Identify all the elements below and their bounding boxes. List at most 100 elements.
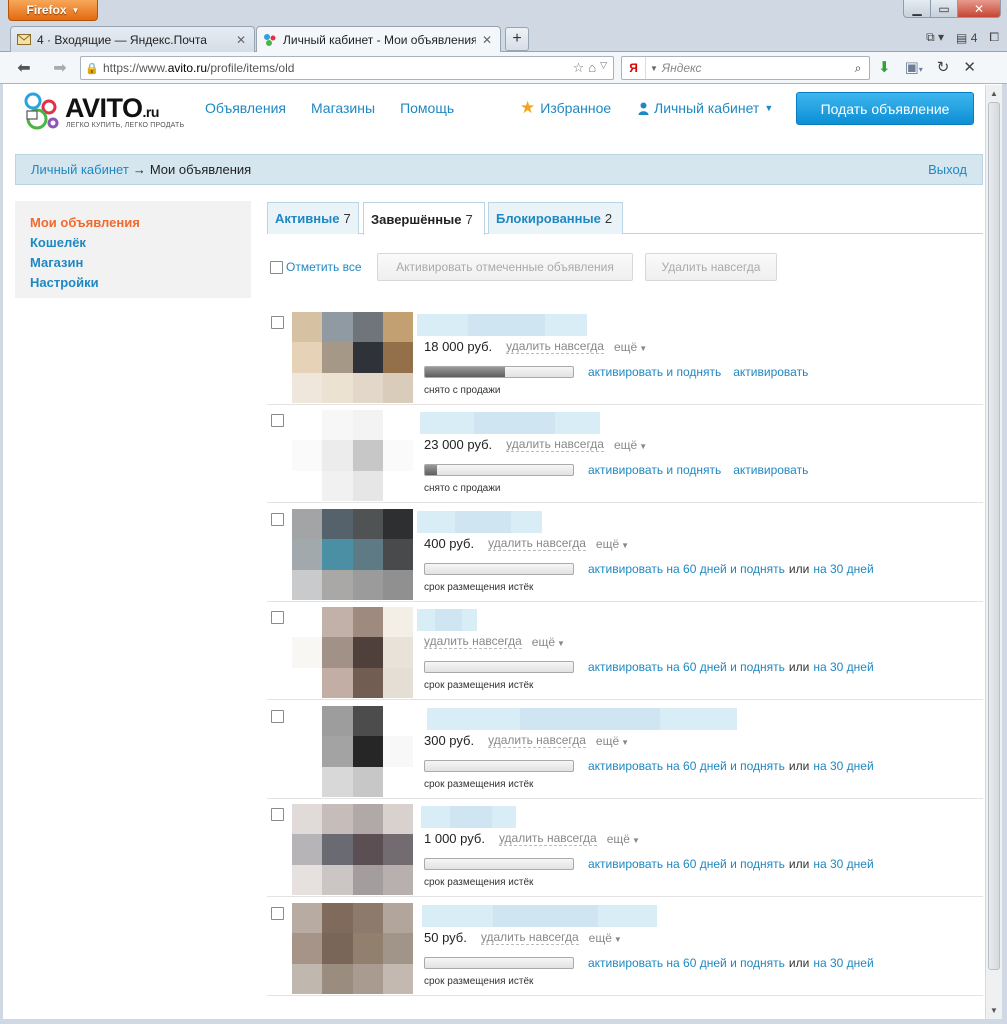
sidebar-item-shop[interactable]: Магазин [30, 253, 236, 273]
activate-link[interactable]: активировать [733, 463, 808, 477]
listing-checkbox[interactable] [271, 611, 284, 624]
chevron-down-icon[interactable]: ▽ [600, 60, 607, 76]
scrollbar-thumb[interactable] [988, 102, 1000, 970]
scroll-up-icon[interactable]: ▲ [986, 85, 1002, 102]
activate-and-raise-link[interactable]: активировать на 60 дней и поднять [588, 857, 785, 871]
listing-thumbnail[interactable] [292, 410, 413, 501]
nav-shops[interactable]: Магазины [311, 100, 375, 116]
delete-forever-link[interactable]: удалить навсегда [488, 536, 586, 551]
activate-link[interactable]: на 30 дней [813, 857, 873, 871]
more-actions-menu[interactable]: ещё ▼ [532, 635, 565, 649]
url-bar[interactable]: 🔒 https://www.avito.ru/profile/items/old… [80, 56, 614, 80]
activate-link[interactable]: на 30 дней [813, 759, 873, 773]
more-actions-menu[interactable]: ещё ▼ [607, 832, 640, 846]
close-window-button[interactable]: ✕ [957, 0, 1001, 18]
listing-thumbnail[interactable] [292, 804, 413, 895]
activate-link[interactable]: активировать [733, 365, 808, 379]
listing-checkbox[interactable] [271, 513, 284, 526]
more-actions-menu[interactable]: ещё ▼ [614, 438, 647, 452]
delete-forever-link[interactable]: удалить навсегда [488, 733, 586, 748]
sidebar-item-my-ads[interactable]: Мои объявления [30, 213, 236, 233]
activate-and-raise-link[interactable]: активировать на 60 дней и поднять [588, 759, 785, 773]
activate-and-raise-link[interactable]: активировать на 60 дней и поднять [588, 562, 785, 576]
minimize-button[interactable]: ▁ [903, 0, 931, 18]
tab-avito[interactable]: Личный кабинет - Мои объявления ... ✕ [256, 26, 501, 53]
listing-title-link[interactable] [417, 314, 587, 336]
close-tab-icon[interactable]: ✕ [482, 33, 492, 47]
delete-forever-link[interactable]: удалить навсегда [424, 634, 522, 649]
firefox-menu-button[interactable]: Firefox ▼ [8, 0, 98, 21]
sync-icon[interactable]: ⧉ ▾ [926, 30, 944, 45]
sidebar-item-wallet[interactable]: Кошелёк [30, 233, 236, 253]
nav-help[interactable]: Помощь [400, 100, 454, 116]
back-button[interactable]: ⬅ [12, 57, 36, 79]
delete-forever-link[interactable]: удалить навсегда [480, 930, 579, 945]
addon-icon[interactable]: ▣▾ [905, 58, 923, 76]
listing-thumbnail[interactable] [292, 903, 413, 994]
yandex-icon[interactable]: Я [622, 57, 646, 79]
tab-active[interactable]: Активные 7 [267, 202, 359, 234]
listing-title-link[interactable] [427, 708, 737, 730]
activate-and-raise-link[interactable]: активировать на 60 дней и поднять [588, 956, 785, 970]
close-tab-icon[interactable]: ✕ [236, 33, 246, 47]
nav-ads[interactable]: Объявления [205, 100, 286, 116]
listing-title-link[interactable] [417, 609, 477, 631]
bookmark-star-icon[interactable]: ☆ [573, 60, 585, 76]
reload-icon[interactable]: ↻ [937, 58, 950, 76]
logout-link[interactable]: Выход [928, 162, 967, 177]
activate-selected-button[interactable]: Активировать отмеченные объявления [377, 253, 633, 281]
personal-cabinet-menu[interactable]: Личный кабинет ▼ [638, 100, 773, 116]
more-actions-menu[interactable]: ещё ▼ [614, 340, 647, 354]
scroll-down-icon[interactable]: ▼ [986, 1002, 1002, 1019]
activate-link[interactable]: на 30 дней [813, 660, 873, 674]
delete-forever-link[interactable]: удалить навсегда [506, 437, 604, 452]
listing-thumbnail[interactable] [292, 607, 413, 698]
listing-thumbnail[interactable] [292, 706, 413, 797]
activate-and-raise-link[interactable]: активировать на 60 дней и поднять [588, 660, 785, 674]
breadcrumb-cabinet-link[interactable]: Личный кабинет [31, 162, 129, 177]
listing-checkbox[interactable] [271, 808, 284, 821]
maximize-button[interactable]: ▭ [930, 0, 958, 18]
search-icon[interactable]: ⌕ [847, 61, 869, 76]
more-actions-menu[interactable]: ещё ▼ [589, 931, 622, 945]
activate-and-raise-link[interactable]: активировать и поднять [588, 463, 721, 477]
listing-thumbnail[interactable] [292, 509, 413, 600]
activate-link[interactable]: на 30 дней [813, 562, 873, 576]
listing-title-link[interactable] [420, 412, 600, 434]
listing-checkbox[interactable] [271, 414, 284, 427]
vertical-scrollbar[interactable]: ▲ ▼ [985, 85, 1002, 1019]
home-icon[interactable]: ⌂ [588, 60, 596, 76]
listing-title-link[interactable] [417, 511, 542, 533]
tab-yandex-mail[interactable]: 4 · Входящие — Яндекс.Почта ✕ [10, 26, 255, 52]
forward-button[interactable]: ➡ [48, 57, 72, 79]
url-text[interactable]: https://www.avito.ru/profile/items/old [103, 61, 573, 75]
listing-checkbox[interactable] [271, 316, 284, 329]
tab-blocked[interactable]: Блокированные 2 [488, 202, 623, 234]
listing-checkbox[interactable] [271, 710, 284, 723]
search-input[interactable]: Яндекс [662, 61, 847, 75]
activate-link[interactable]: на 30 дней [813, 956, 873, 970]
download-icon[interactable]: ⬇ [878, 58, 891, 76]
delete-forever-button[interactable]: Удалить навсегда [645, 253, 777, 281]
more-actions-menu[interactable]: ещё ▼ [596, 734, 629, 748]
favorites-link[interactable]: ★ Избранное [520, 98, 611, 118]
stop-icon[interactable]: ✕ [963, 58, 976, 76]
delete-forever-link[interactable]: удалить навсегда [506, 339, 604, 354]
tab-completed[interactable]: Завершённые 7 [363, 202, 485, 235]
restore-icon[interactable]: ⧠ [989, 30, 999, 45]
listing-thumbnail[interactable] [292, 312, 413, 403]
search-bar[interactable]: Я ▼ Яндекс ⌕ [621, 56, 870, 80]
new-tab-button[interactable]: + [505, 27, 529, 51]
listing-checkbox[interactable] [271, 907, 284, 920]
activate-and-raise-link[interactable]: активировать и поднять [588, 365, 721, 379]
listing-title-link[interactable] [421, 806, 516, 828]
avito-logo[interactable]: AVITO.ru ЛЕГКО КУПИТЬ, ЛЕГКО ПРОДАТЬ [21, 89, 191, 133]
chevron-down-icon[interactable]: ▼ [650, 64, 658, 73]
post-ad-button[interactable]: Подать объявление [796, 92, 974, 125]
listing-title-link[interactable] [422, 905, 657, 927]
sidebar-item-settings[interactable]: Настройки [30, 273, 236, 293]
checkbox[interactable] [270, 260, 283, 274]
mark-all-checkbox[interactable]: Отметить все [270, 260, 362, 274]
tab-groups-button[interactable]: ▤ 4 [956, 31, 977, 45]
delete-forever-link[interactable]: удалить навсегда [498, 831, 597, 846]
